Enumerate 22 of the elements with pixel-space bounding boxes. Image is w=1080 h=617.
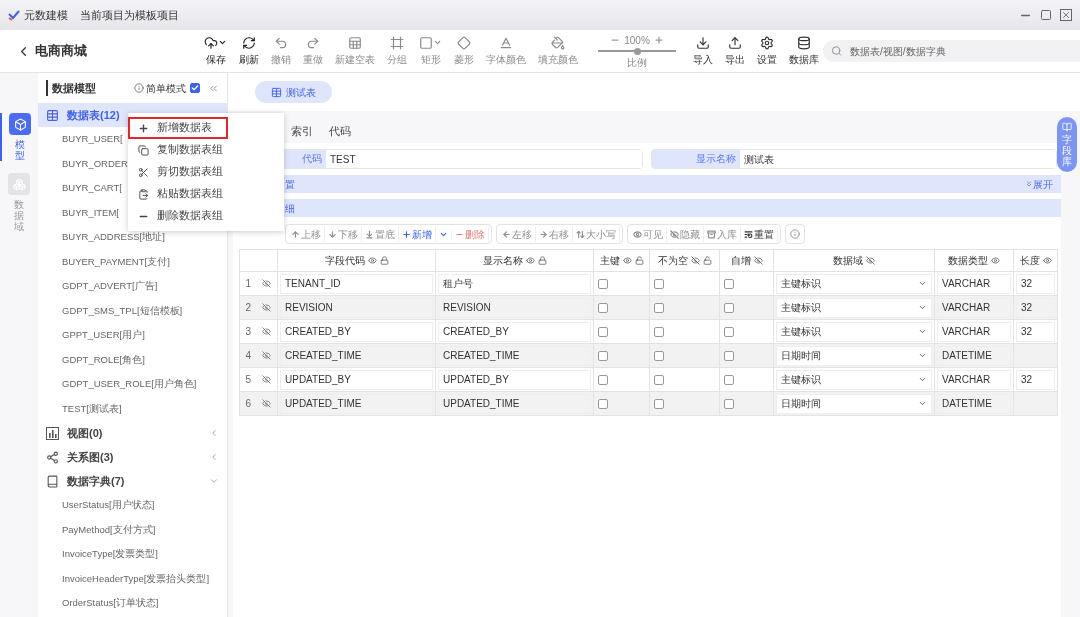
zoom-value: 100% [624,33,650,48]
section-title: 细 [285,201,295,216]
column-header: 显示名称 [482,254,523,268]
section-title: 置 [285,177,295,192]
row-number: 3 [245,325,252,339]
column-header: 字段代码 [324,254,365,268]
column-header: 不为空 [657,254,688,268]
column-header: 自增 [730,254,751,268]
sidebar-title: 数据模型 [46,79,96,97]
window-subtitle: 当前项目为模板项目 [80,7,179,23]
column-header: 数据域 [833,254,863,268]
row-number: 2 [245,301,252,315]
zoom-label: 比例 [627,55,647,70]
row-number: 1 [245,277,252,291]
app-name: 元数建模 [24,7,68,23]
simple-mode-label: 简单模式 [146,81,186,96]
row-number: 5 [245,373,252,387]
row-number: 4 [245,349,252,363]
column-header: 主键 [599,254,620,268]
column-header: 长度 [1019,254,1040,268]
column-header: 数据类型 [948,254,988,268]
row-number: 6 [245,397,252,411]
